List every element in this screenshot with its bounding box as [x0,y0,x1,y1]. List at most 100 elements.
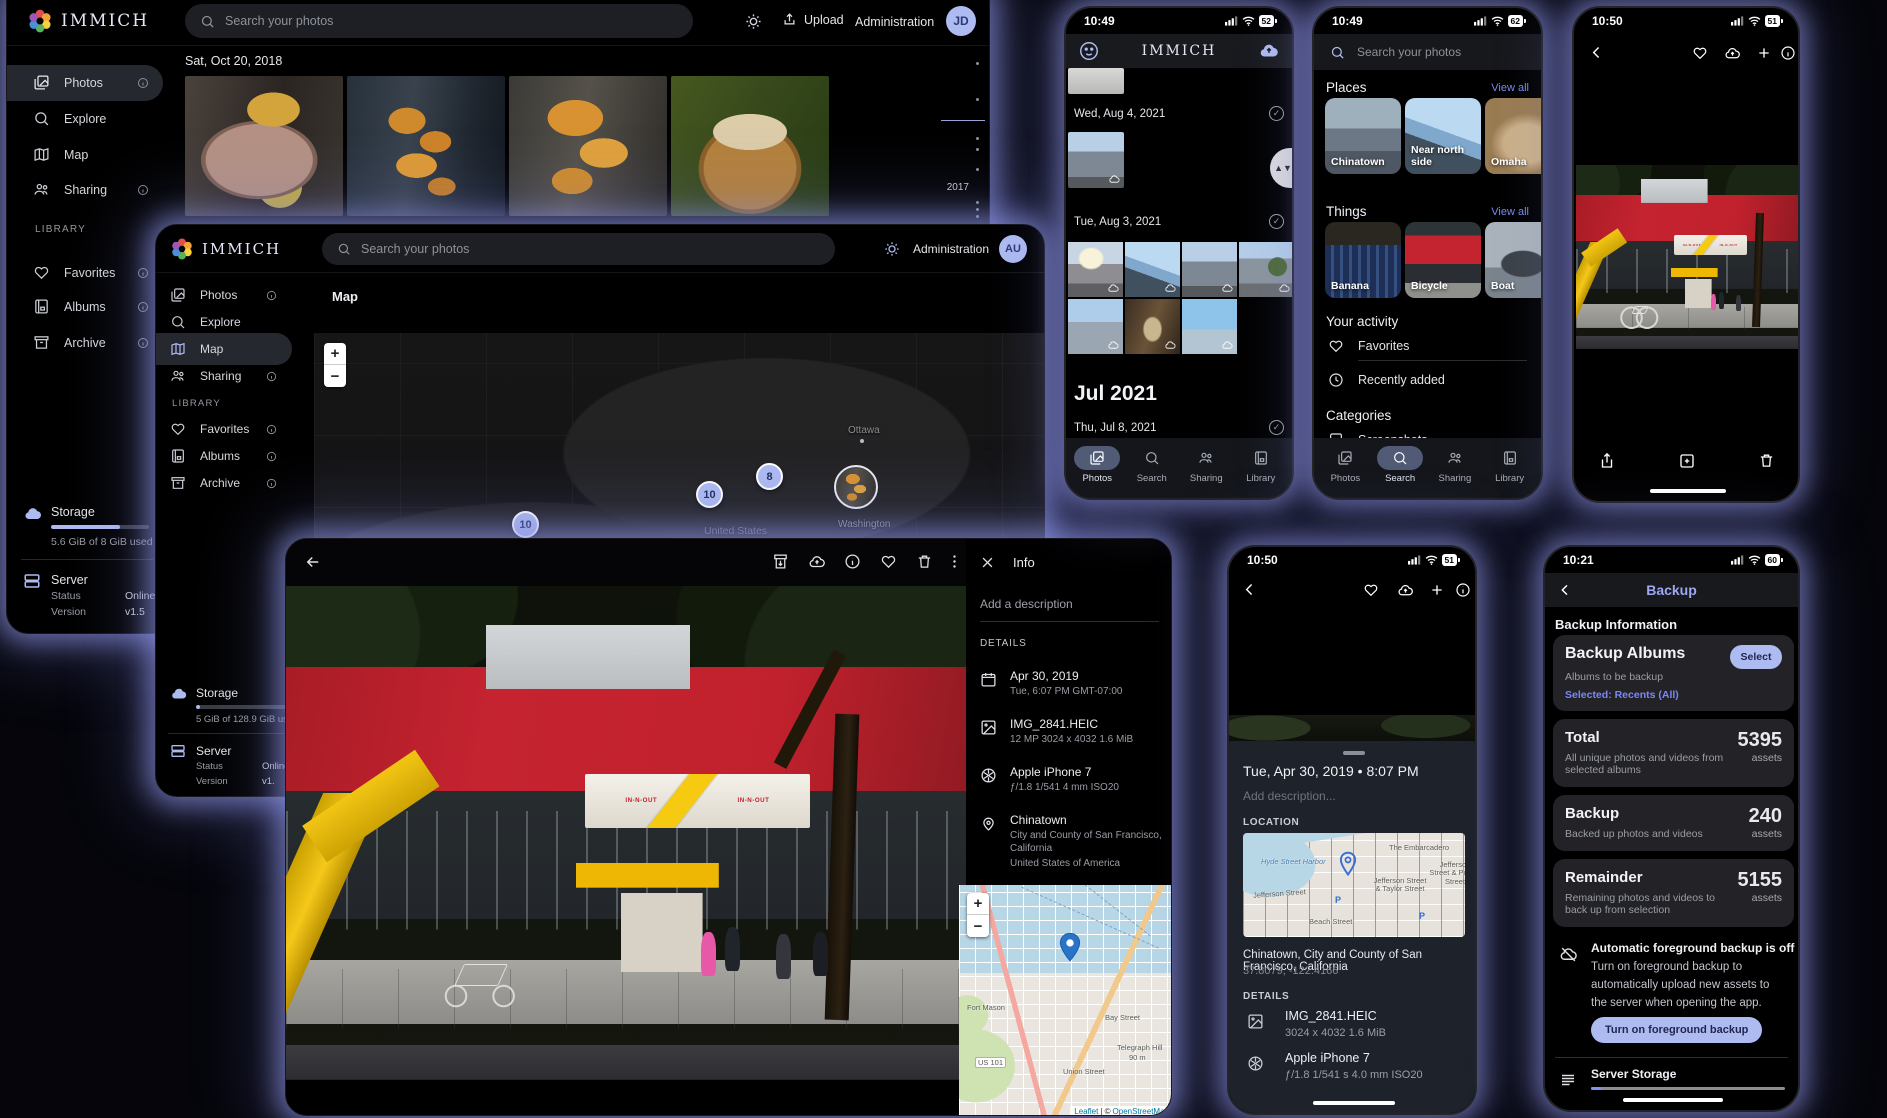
place-card[interactable]: Near north side [1405,98,1481,174]
search-bar[interactable]: Search your photos [1314,34,1541,70]
add-icon[interactable] [1429,582,1445,598]
info-icon[interactable] [1455,582,1471,598]
info-icon[interactable] [266,451,277,462]
photo-innout[interactable]: IN-N-OUT IN-N-OUT [286,586,966,1080]
nav-library[interactable]: Library [1234,446,1289,484]
description-input[interactable]: Add a description [980,597,1073,611]
photo-thumbnail[interactable] [1068,242,1123,297]
location-map[interactable]: Hyde Street Harbor Jefferson Street The … [1243,833,1465,937]
check-circle-icon[interactable]: ✓ [1269,106,1284,121]
archive-add-icon[interactable] [1678,452,1696,470]
zoom-out-button[interactable]: − [967,915,989,937]
sidebar-item-archive[interactable]: Archive [170,475,240,491]
location-mini-map[interactable]: Fort Mason Bay Street US 101 Union Stree… [959,885,1172,1116]
selected-albums-label[interactable]: Selected: Recents (All) [1565,689,1782,701]
sidebar-item-explore[interactable]: Explore [33,110,106,127]
thing-card[interactable]: Banana [1325,222,1401,298]
sidebar-item-sharing[interactable]: Sharing [33,181,107,198]
photo-innout[interactable]: IN-N-OUT IN-N-OUT [1576,165,1798,349]
nav-photos[interactable]: Photos [1070,446,1125,484]
info-icon[interactable] [266,290,277,301]
map-photo-marker[interactable] [834,465,878,509]
sidebar-item-sharing[interactable]: Sharing [170,368,241,384]
cloud-upload-icon[interactable] [1724,45,1741,62]
photo-thumbnail-mushroom-1[interactable] [185,76,343,216]
info-icon[interactable] [266,371,277,382]
nav-search[interactable]: Search [1125,446,1180,484]
back-icon[interactable] [1557,582,1573,598]
thing-card[interactable]: Bicycle [1405,222,1481,298]
nav-search[interactable]: Search [1373,446,1428,484]
back-icon[interactable] [304,553,322,571]
photo-thumbnail[interactable] [1068,299,1123,354]
select-albums-button[interactable]: Select [1730,645,1782,669]
photo-thumbnail-mushroom-2[interactable] [347,76,505,216]
heart-icon[interactable] [880,553,897,570]
photo-edge[interactable] [1229,715,1475,741]
back-icon[interactable] [1241,581,1258,598]
profile-icon[interactable] [1078,40,1100,62]
photo-thumbnail[interactable] [1239,242,1294,297]
scroll-handle[interactable]: ▲▼ [1270,148,1294,188]
heart-icon[interactable] [1692,45,1708,61]
nav-sharing[interactable]: Sharing [1428,446,1483,484]
share-icon[interactable] [1598,452,1616,470]
drag-handle[interactable] [1343,751,1365,755]
photo-thumbnail-partial[interactable] [1068,68,1124,94]
info-icon[interactable] [844,553,861,570]
favorites-row[interactable]: Favorites [1328,338,1409,354]
download-icon[interactable] [772,553,789,570]
description-input[interactable]: Add description... [1243,789,1336,803]
sidebar-item-albums[interactable]: Albums [33,298,106,315]
recently-added-row[interactable]: Recently added [1328,372,1445,388]
map-cluster-marker[interactable]: 10 [696,481,723,508]
info-icon[interactable] [137,77,149,89]
zoom-in-button[interactable]: + [324,343,346,365]
sidebar-item-favorites[interactable]: Favorites [33,264,115,281]
search-input[interactable]: Search your photos [185,4,693,38]
close-icon[interactable] [980,555,995,570]
photo-thumbnail[interactable] [1068,132,1124,188]
theme-toggle-sun-icon[interactable] [745,13,762,30]
theme-toggle-sun-icon[interactable] [884,241,900,257]
nav-photos[interactable]: Photos [1318,446,1373,484]
place-card[interactable]: Chinatown [1325,98,1401,174]
check-circle-icon[interactable]: ✓ [1269,420,1284,435]
search-input[interactable]: Search your photos [322,233,835,265]
thing-card[interactable]: Boat [1485,222,1543,298]
photo-thumbnail-mushroom-3[interactable] [509,76,667,216]
sidebar-item-archive[interactable]: Archive [33,334,106,351]
upload-button[interactable]: Upload [782,12,844,27]
sidebar-item-explore[interactable]: Explore [170,314,241,330]
zoom-out-button[interactable]: − [324,365,346,387]
info-icon[interactable] [137,184,149,196]
immich-logo[interactable]: IMMICH [27,8,149,34]
sidebar-item-photos[interactable]: Photos [33,74,103,91]
more-icon[interactable] [946,553,963,570]
map-cluster-marker[interactable]: 10 [512,511,539,538]
nav-sharing[interactable]: Sharing [1179,446,1234,484]
info-icon[interactable] [266,478,277,489]
map-cluster-marker[interactable]: 8 [756,463,783,490]
info-icon[interactable] [137,301,149,313]
immich-logo[interactable]: IMMICH [170,237,281,261]
add-icon[interactable] [1756,45,1772,61]
back-icon[interactable] [1588,44,1605,61]
check-circle-icon[interactable]: ✓ [1269,214,1284,229]
info-icon[interactable] [266,424,277,435]
sidebar-item-map[interactable]: Map [170,341,223,357]
photo-thumbnail-basket[interactable] [671,76,829,216]
things-view-all[interactable]: View all [1491,206,1529,218]
photo-thumbnail[interactable] [1182,299,1237,354]
photo-thumbnail[interactable] [1125,242,1180,297]
trash-icon[interactable] [916,553,933,570]
places-view-all[interactable]: View all [1491,82,1529,94]
osm-link[interactable]: OpenStreetMap [1113,1107,1169,1116]
administration-link[interactable]: Administration [913,242,989,256]
sidebar-item-albums[interactable]: Albums [170,448,240,464]
cloud-upload-icon[interactable] [1397,582,1414,599]
trash-icon[interactable] [1758,452,1775,469]
leaflet-link[interactable]: Leaflet [1074,1107,1098,1116]
sidebar-item-photos[interactable]: Photos [170,287,237,303]
administration-link[interactable]: Administration [855,15,934,29]
